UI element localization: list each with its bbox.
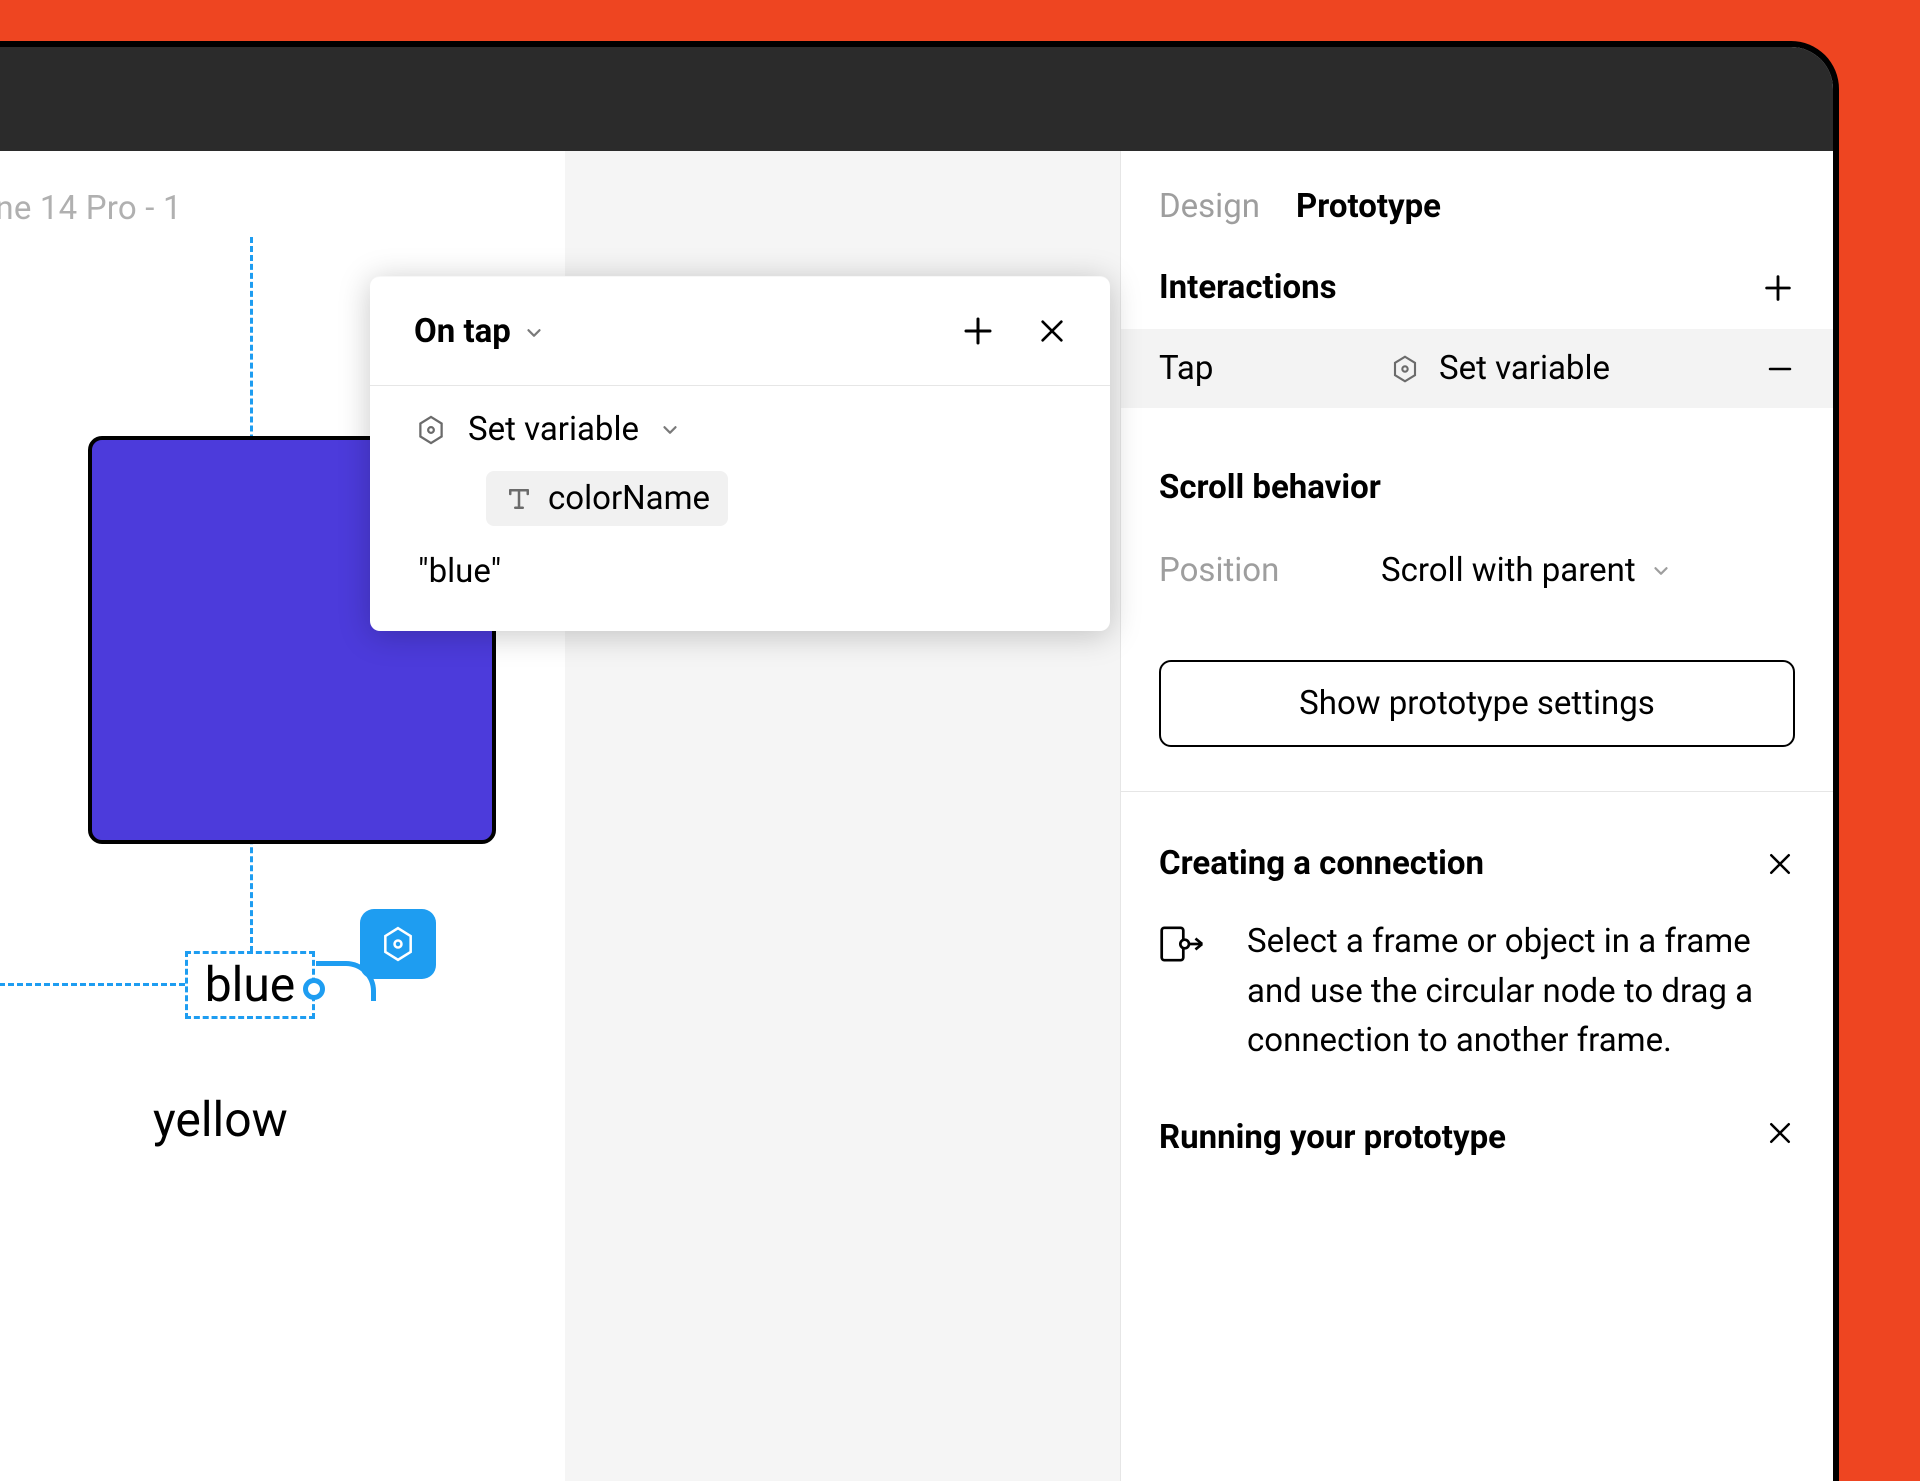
hexagon-variable-icon — [414, 413, 448, 447]
interaction-action: Set variable — [1389, 349, 1765, 388]
help-title: Creating a connection — [1159, 844, 1484, 883]
hexagon-variable-icon — [1389, 353, 1421, 385]
help-title-2: Running your prototype — [1159, 1118, 1506, 1157]
trigger-dropdown[interactable]: On tap — [414, 312, 511, 351]
app-content: hone 14 Pro - 1 blue yellow On tap — [0, 151, 1833, 1481]
close-icon — [1765, 849, 1795, 879]
tab-design[interactable]: Design — [1159, 187, 1260, 226]
scroll-behavior-title: Scroll behavior — [1159, 468, 1795, 507]
action-type-label: Set variable — [468, 410, 639, 449]
sidebar-tabs: Design Prototype — [1121, 151, 1833, 268]
popover-header: On tap — [370, 277, 1110, 386]
variable-name: colorName — [548, 479, 710, 518]
variable-value[interactable]: "blue" — [418, 552, 1066, 591]
action-type-row[interactable]: Set variable — [414, 410, 1066, 449]
scroll-position-dropdown[interactable]: Scroll with parent — [1381, 551, 1672, 590]
variable-destination-badge[interactable] — [360, 909, 436, 979]
interactions-header: Interactions — [1121, 268, 1833, 329]
properties-sidebar: Design Prototype Interactions Tap Set va… — [1120, 151, 1833, 1481]
dismiss-help-button[interactable] — [1765, 849, 1795, 879]
interaction-popover: On tap — [370, 276, 1110, 631]
canvas[interactable]: hone 14 Pro - 1 blue yellow On tap — [0, 151, 1120, 1481]
minus-icon — [1765, 354, 1795, 384]
selected-text-layer[interactable]: blue — [185, 951, 315, 1019]
app-window: hone 14 Pro - 1 blue yellow On tap — [0, 41, 1839, 1481]
selected-text-content: blue — [188, 954, 312, 1016]
add-action-button[interactable] — [950, 303, 1006, 359]
add-interaction-button[interactable] — [1761, 271, 1795, 305]
remove-interaction-button[interactable] — [1765, 354, 1795, 384]
help-body-text: Select a frame or object in a frame and … — [1247, 917, 1795, 1066]
horizontal-alignment-guide — [0, 983, 185, 986]
dismiss-help-button-2[interactable] — [1765, 1118, 1795, 1157]
chevron-down-icon — [1650, 560, 1672, 582]
scroll-behavior-section: Scroll behavior Position Scroll with par… — [1121, 408, 1833, 620]
plus-icon — [960, 313, 996, 349]
close-popover-button[interactable] — [1024, 303, 1080, 359]
window-titlebar — [0, 47, 1833, 151]
close-icon — [1036, 315, 1068, 347]
canvas-text-layer[interactable]: yellow — [153, 1091, 288, 1148]
tab-prototype[interactable]: Prototype — [1296, 187, 1441, 226]
interaction-row[interactable]: Tap Set variable — [1121, 329, 1833, 408]
position-label: Position — [1159, 551, 1381, 590]
interaction-trigger: Tap — [1159, 349, 1389, 388]
frame-name-label[interactable]: hone 14 Pro - 1 — [0, 189, 182, 228]
show-prototype-settings-button[interactable]: Show prototype settings — [1159, 660, 1795, 747]
text-type-icon — [504, 484, 534, 514]
close-icon — [1765, 1118, 1795, 1148]
chevron-down-icon[interactable] — [523, 322, 545, 344]
help-running-prototype: Running your prototype — [1121, 1076, 1833, 1157]
interactions-title: Interactions — [1159, 268, 1337, 307]
connection-flow-icon — [1159, 917, 1213, 1066]
help-creating-connection: Creating a connection Select — [1121, 792, 1833, 1076]
plus-icon — [1761, 271, 1795, 305]
chevron-down-icon — [659, 419, 681, 441]
variable-chip[interactable]: colorName — [486, 471, 728, 526]
hexagon-variable-icon — [379, 925, 417, 963]
